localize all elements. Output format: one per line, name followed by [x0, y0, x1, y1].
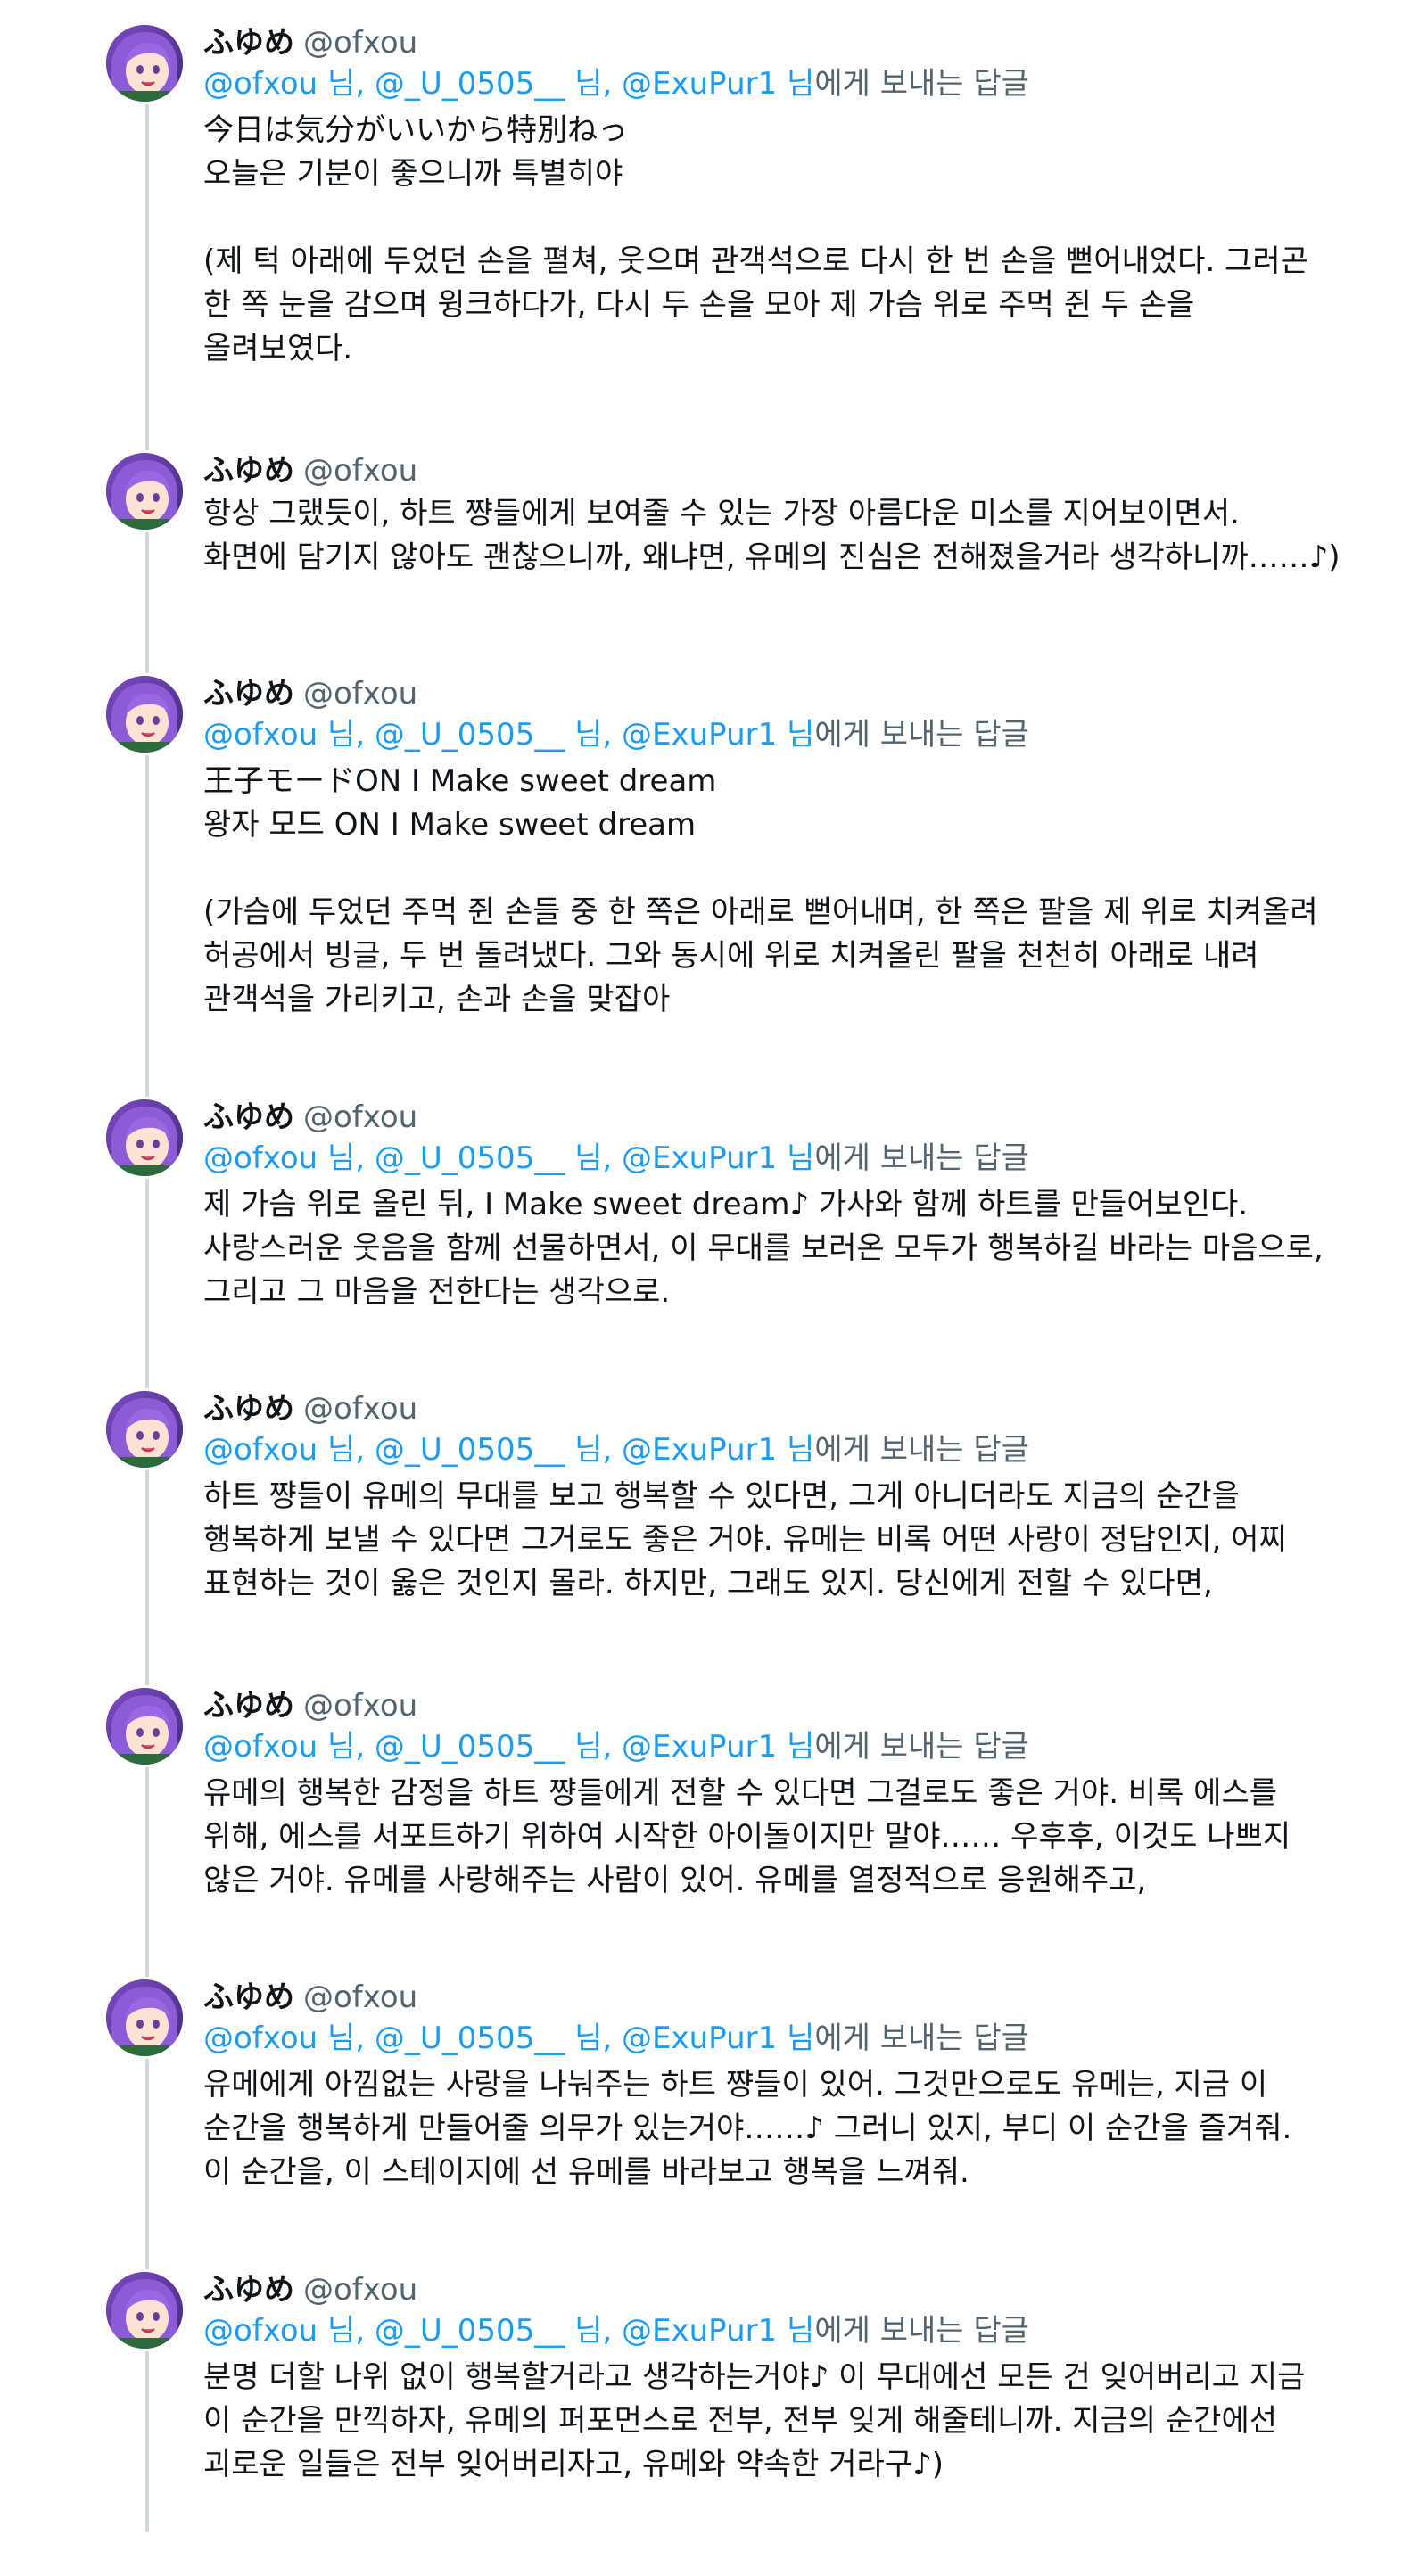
- tweet-text: 王子モードON I Make sweet dream 왕자 모드 ON I Ma…: [203, 763, 1318, 1017]
- mention-link[interactable]: @_U_0505__ 님,: [375, 2020, 612, 2056]
- avatar[interactable]: [106, 453, 183, 530]
- tweet-text: 제 가슴 위로 올린 뒤, I Make sweet dream♪ 가사와 함께…: [203, 1187, 1324, 1310]
- author-handle[interactable]: @ofxou: [303, 453, 417, 489]
- author-handle[interactable]: @ofxou: [303, 1391, 417, 1427]
- mention-link[interactable]: @_U_0505__ 님,: [375, 66, 612, 102]
- replying-to-line: @ofxou 님, @_U_0505__ 님, @ExuPur1 님에게 보내는…: [203, 2017, 1381, 2060]
- mention-link[interactable]: @ExuPur1 님: [622, 717, 814, 753]
- tweet-text: 今日は気分がいいから特別ねっ 오늘은 기분이 좋으니까 특별히야 (제 턱 아래…: [203, 112, 1308, 366]
- replying-to-line: @ofxou 님, @_U_0505__ 님, @ExuPur1 님에게 보내는…: [203, 2309, 1381, 2352]
- author-handle[interactable]: @ofxou: [303, 2272, 417, 2308]
- mention-link[interactable]: @ExuPur1 님: [622, 1432, 814, 1468]
- replying-to-label: 에게 보내는 답글: [814, 1729, 1029, 1765]
- mention-link[interactable]: @_U_0505__ 님,: [375, 1729, 612, 1765]
- tweet-text: 유메의 행복한 감정을 하트 쨩들에게 전할 수 있다면 그걸로도 좋은 거야.…: [203, 1775, 1291, 1898]
- author-display-name[interactable]: ふゆめ: [203, 1979, 294, 2015]
- mention-link[interactable]: @ExuPur1 님: [622, 66, 814, 102]
- author-display-name[interactable]: ふゆめ: [203, 1688, 294, 1724]
- replying-to-label: 에게 보내는 답글: [814, 66, 1029, 102]
- replying-to-label: 에게 보내는 답글: [814, 717, 1029, 753]
- mention-link[interactable]: @ofxou 님,: [203, 1432, 365, 1468]
- replying-to-line: @ofxou 님, @_U_0505__ 님, @ExuPur1 님에게 보내는…: [203, 1725, 1381, 1768]
- avatar[interactable]: [106, 676, 183, 753]
- author-display-name[interactable]: ふゆめ: [203, 2272, 294, 2308]
- tweet-text: 하트 쨩들이 유메의 무대를 보고 행복할 수 있다면, 그게 아니더라도 지금…: [203, 1478, 1287, 1601]
- author-display-name[interactable]: ふゆめ: [203, 1391, 294, 1427]
- avatar[interactable]: [106, 1099, 183, 1176]
- thread-connector-line: [145, 85, 149, 2532]
- author-handle[interactable]: @ofxou: [303, 676, 417, 712]
- author-handle[interactable]: @ofxou: [303, 1688, 417, 1724]
- mention-link[interactable]: @ofxou 님,: [203, 2313, 365, 2349]
- author-handle[interactable]: @ofxou: [303, 25, 417, 61]
- replying-to-label: 에게 보내는 답글: [814, 2313, 1029, 2349]
- mention-link[interactable]: @ofxou 님,: [203, 2020, 365, 2056]
- mention-link[interactable]: @ofxou 님,: [203, 1729, 365, 1765]
- author-display-name[interactable]: ふゆめ: [203, 1099, 294, 1135]
- tweet-text: 분명 더할 나위 없이 행복할거라고 생각하는거야♪ 이 무대에선 모든 건 잊…: [203, 2359, 1306, 2482]
- author-handle[interactable]: @ofxou: [303, 1979, 417, 2015]
- mention-link[interactable]: @ExuPur1 님: [622, 2020, 814, 2056]
- mention-link[interactable]: @ExuPur1 님: [622, 2313, 814, 2349]
- mention-link[interactable]: @_U_0505__ 님,: [375, 1432, 612, 1468]
- tweet-text: 항상 그랬듯이, 하트 쨩들에게 보여줄 수 있는 가장 아름다운 미소를 지어…: [203, 496, 1340, 575]
- author-display-name[interactable]: ふゆめ: [203, 25, 294, 61]
- mention-link[interactable]: @_U_0505__ 님,: [375, 2313, 612, 2349]
- replying-to-label: 에게 보내는 답글: [814, 1432, 1029, 1468]
- mention-link[interactable]: @ofxou 님,: [203, 66, 365, 102]
- replying-to-label: 에게 보내는 답글: [814, 1140, 1029, 1176]
- avatar[interactable]: [106, 2272, 183, 2349]
- avatar[interactable]: [106, 1979, 183, 2056]
- replying-to-line: @ofxou 님, @_U_0505__ 님, @ExuPur1 님에게 보내는…: [203, 1428, 1381, 1471]
- author-display-name[interactable]: ふゆめ: [203, 676, 294, 712]
- replying-to-line: @ofxou 님, @_U_0505__ 님, @ExuPur1 님에게 보내는…: [203, 62, 1381, 105]
- replying-to-line: @ofxou 님, @_U_0505__ 님, @ExuPur1 님에게 보내는…: [203, 1137, 1381, 1180]
- avatar[interactable]: [106, 25, 183, 102]
- author-display-name[interactable]: ふゆめ: [203, 453, 294, 489]
- avatar[interactable]: [106, 1391, 183, 1468]
- mention-link[interactable]: @ExuPur1 님: [622, 1729, 814, 1765]
- replying-to-line: @ofxou 님, @_U_0505__ 님, @ExuPur1 님에게 보내는…: [203, 713, 1381, 756]
- author-handle[interactable]: @ofxou: [303, 1099, 417, 1135]
- replying-to-label: 에게 보내는 답글: [814, 2020, 1029, 2056]
- mention-link[interactable]: @ofxou 님,: [203, 717, 365, 753]
- tweet-text: 유메에게 아낌없는 사랑을 나눠주는 하트 쨩들이 있어. 그것만으로도 유메는…: [203, 2067, 1292, 2190]
- avatar[interactable]: [106, 1688, 183, 1765]
- mention-link[interactable]: @ExuPur1 님: [622, 1140, 814, 1176]
- mention-link[interactable]: @ofxou 님,: [203, 1140, 365, 1176]
- mention-link[interactable]: @_U_0505__ 님,: [375, 1140, 612, 1176]
- mention-link[interactable]: @_U_0505__ 님,: [375, 717, 612, 753]
